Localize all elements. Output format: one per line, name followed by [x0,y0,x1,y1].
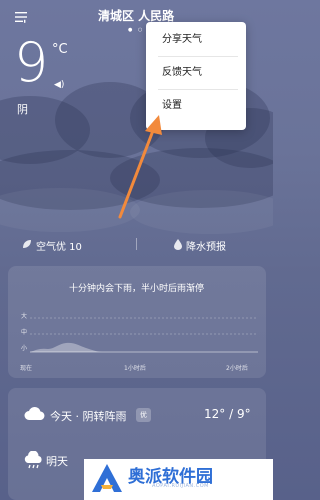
menu-icon[interactable] [14,10,28,24]
current-temperature: 9 [14,31,49,94]
cloud-icon [24,406,45,420]
precipitation-chart [30,317,258,353]
today-high: 12° [204,407,226,421]
time-tick: 1小时后 [124,365,146,372]
weather-condition: 阴 [17,103,28,116]
time-tick: 现在 [20,365,33,372]
annotation-arrow [118,115,162,219]
divider [136,238,137,250]
rain-summary: 十分钟内会下雨，半小时后雨渐停 [68,284,204,294]
speaker-icon[interactable]: ◀) [54,80,64,90]
today-forecast[interactable]: 今天 · 阴转阵雨 [50,408,127,424]
raindrop-icon [174,239,182,250]
time-tick: 2小时后 [226,365,248,372]
rain-cloud-icon [24,451,42,469]
level-label: 中 [21,329,28,336]
tomorrow-forecast[interactable]: 明天 [46,453,68,469]
watermark-logo [92,464,122,492]
temperature-separator: / [229,407,234,421]
today-low: 9° [236,407,251,421]
air-quality[interactable]: 空气优 10 [36,238,82,253]
menu-item-share[interactable]: 分享天气 [146,24,246,56]
level-label: 大 [21,313,28,320]
precipitation-area [30,342,102,352]
level-label: 小 [21,345,28,352]
leaf-icon [23,240,31,248]
today-temperature: 12° / 9° [204,407,251,421]
watermark-url: AOPAI.RUIJIAN.COM [152,483,209,489]
rain-forecast[interactable]: 降水预报 [186,238,226,253]
menu-item-feedback[interactable]: 反馈天气 [146,57,246,89]
temperature-unit: °C [52,42,68,57]
aqi-badge: 优 [136,408,151,422]
